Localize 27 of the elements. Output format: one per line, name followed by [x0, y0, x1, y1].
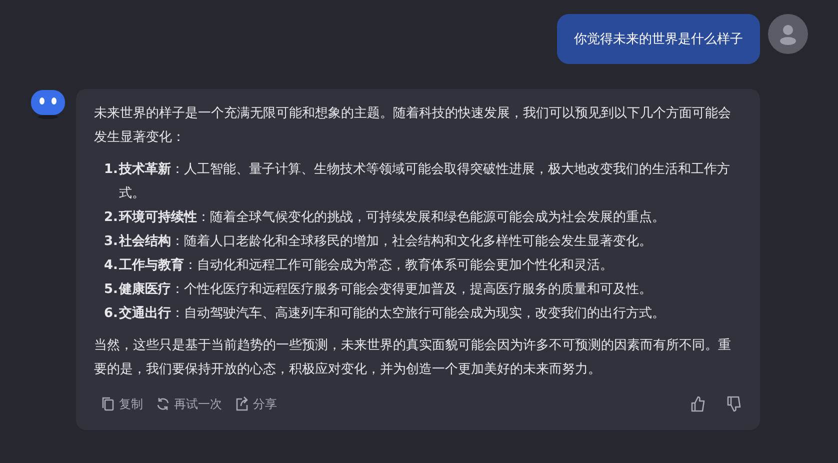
list-number: 5. — [104, 281, 115, 299]
share-icon — [234, 396, 250, 412]
thumbs-up-icon — [690, 396, 706, 412]
dislike-button[interactable] — [726, 396, 742, 412]
list-number: 2. — [104, 209, 115, 227]
list-item-text: 技术革新：人工智能、量子计算、生物技术等领域可能会取得突破性进展，极大地改变我们的生活和工作方式。 — [119, 160, 731, 203]
user-message: 你觉得未来的世界是什么样子 — [557, 14, 760, 64]
list-number: 1. — [104, 161, 115, 179]
list-item-text: 健康医疗：个性化医疗和远程医疗服务可能会变得更加普及，提高医疗服务的质量和可及性。 — [119, 280, 652, 299]
list-number: 6. — [104, 305, 115, 323]
list-item-text: 工作与教育：自动化和远程工作可能会成为常态，教育体系可能会更加个性化和灵活。 — [119, 256, 613, 275]
like-button[interactable] — [690, 396, 706, 412]
user-avatar — [768, 14, 808, 54]
intro-paragraph: 未来世界的样子是一个充满无限可能和想象的主题。随着科技的快速发展，我们可以预见到以下几个方面可能会发生显著变化： — [94, 105, 732, 147]
list-item-text: 环境可持续性：随着全球气候变化的挑战，可持续发展和绿色能源可能会成为社会发展的重点。 — [119, 208, 665, 227]
list-number: 4. — [104, 257, 115, 275]
copy-icon — [100, 396, 116, 412]
list-number: 3. — [104, 233, 115, 251]
list-item-text: 交通出行：自动驾驶汽车、高速列车和可能的太空旅行可能会成为现实，改变我们的出行方式。 — [119, 304, 665, 323]
conclusion-paragraph: 当然，这些只是基于当前趋势的一些预测，未来世界的真实面貌可能会因为许多不可预测的因素而有所不同。重要的是，我们要保持开放的心态，积极应对变化，并为创造一个更加美好的未来而努力。 — [94, 337, 732, 379]
thumbs-down-icon — [726, 396, 742, 412]
copy-button[interactable]: 复制 — [100, 392, 143, 416]
bot-avatar — [30, 89, 66, 119]
share-button[interactable]: 分享 — [234, 392, 277, 416]
list-item-text: 社会结构：随着人口老龄化和全球移民的增加，社会结构和文化多样性可能会发生显著变化。 — [119, 233, 652, 251]
refresh-icon — [155, 396, 171, 412]
retry-button[interactable]: 再试一次 — [155, 392, 222, 416]
